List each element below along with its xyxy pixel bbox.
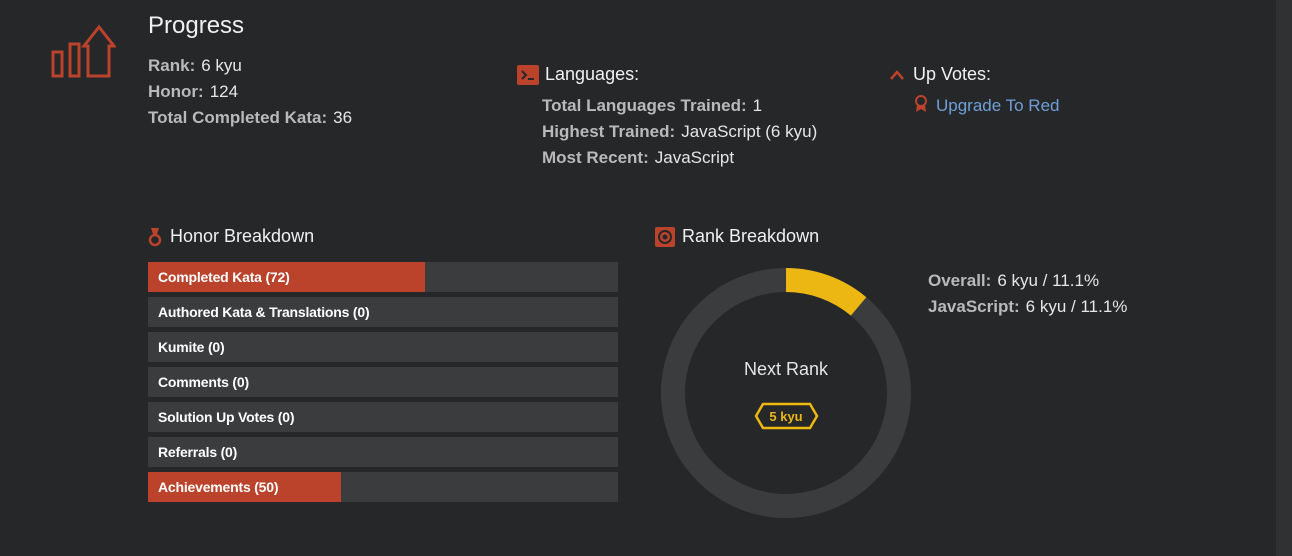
most-recent-row: Most Recent: JavaScript — [542, 148, 734, 168]
honor-bar-completed-kata: Completed Kata (72) — [148, 262, 618, 292]
javascript-rank-row: JavaScript: 6 kyu / 11.1% — [928, 297, 1127, 317]
progress-chart-icon — [51, 24, 116, 78]
most-recent-label: Most Recent: — [542, 148, 649, 167]
honor-bar-comments: Comments (0) — [148, 367, 618, 397]
medal-icon — [148, 228, 162, 247]
highest-trained-label: Highest Trained: — [542, 122, 676, 141]
overall-rank-row: Overall: 6 kyu / 11.1% — [928, 271, 1099, 291]
languages-trained-row: Total Languages Trained: 1 — [542, 96, 762, 116]
overall-rank-label: Overall: — [928, 271, 992, 290]
chevron-up-icon — [890, 70, 904, 80]
page-scrollbar[interactable] — [1276, 0, 1292, 556]
donut-track — [661, 268, 911, 518]
honor-bar-label: Solution Up Votes (0) — [158, 409, 295, 425]
honor-bar-authored-kata: Authored Kata & Translations (0) — [148, 297, 618, 327]
next-rank-badge-text: 5 kyu — [769, 409, 802, 424]
javascript-rank-label: JavaScript: — [928, 297, 1020, 316]
terminal-icon — [517, 65, 539, 85]
rank-progress-donut: Next Rank 5 kyu — [661, 268, 911, 518]
next-rank-label: Next Rank — [744, 359, 829, 379]
most-recent-value: JavaScript — [654, 148, 735, 167]
progress-title: Progress — [148, 12, 245, 39]
rank-row: Rank: 6 kyu — [148, 56, 242, 76]
donut-progress-arc — [785, 268, 867, 316]
upgrade-to-red-link[interactable]: Upgrade To Red — [936, 96, 1060, 116]
completed-kata-row: Total Completed Kata: 36 — [148, 108, 352, 128]
honor-row: Honor: 124 — [148, 82, 238, 102]
completed-kata-label: Total Completed Kata: — [148, 108, 328, 127]
languages-trained-label: Total Languages Trained: — [542, 96, 747, 115]
honor-bar-kumite: Kumite (0) — [148, 332, 618, 362]
ribbon-icon — [915, 95, 927, 112]
completed-kata-value: 36 — [333, 108, 353, 127]
honor-label: Honor: — [148, 82, 204, 101]
honor-bar-label: Completed Kata (72) — [158, 269, 290, 285]
honor-bar-label: Comments (0) — [158, 374, 249, 390]
upvotes-title: Up Votes: — [913, 64, 992, 84]
rank-value: 6 kyu — [201, 56, 242, 75]
honor-value: 124 — [209, 82, 239, 101]
languages-title: Languages: — [545, 64, 640, 84]
honor-bar-label: Kumite (0) — [158, 339, 225, 355]
honor-bar-label: Authored Kata & Translations (0) — [158, 304, 370, 320]
honor-bar-solution-up-votes: Solution Up Votes (0) — [148, 402, 618, 432]
honor-bar-referrals: Referrals (0) — [148, 437, 618, 467]
honor-bar-achievements: Achievements (50) — [148, 472, 618, 502]
honor-bar-label: Referrals (0) — [158, 444, 238, 460]
highest-trained-row: Highest Trained: JavaScript (6 kyu) — [542, 122, 817, 142]
rank-breakdown-title: Rank Breakdown — [682, 226, 820, 246]
overall-rank-value: 6 kyu / 11.1% — [997, 271, 1100, 290]
javascript-rank-value: 6 kyu / 11.1% — [1025, 297, 1128, 316]
rank-label: Rank: — [148, 56, 196, 75]
honor-breakdown-title: Honor Breakdown — [170, 226, 315, 246]
rank-target-icon — [655, 227, 675, 247]
honor-bar-label: Achievements (50) — [158, 479, 279, 495]
languages-trained-value: 1 — [752, 96, 763, 115]
highest-trained-value: JavaScript (6 kyu) — [681, 122, 818, 141]
